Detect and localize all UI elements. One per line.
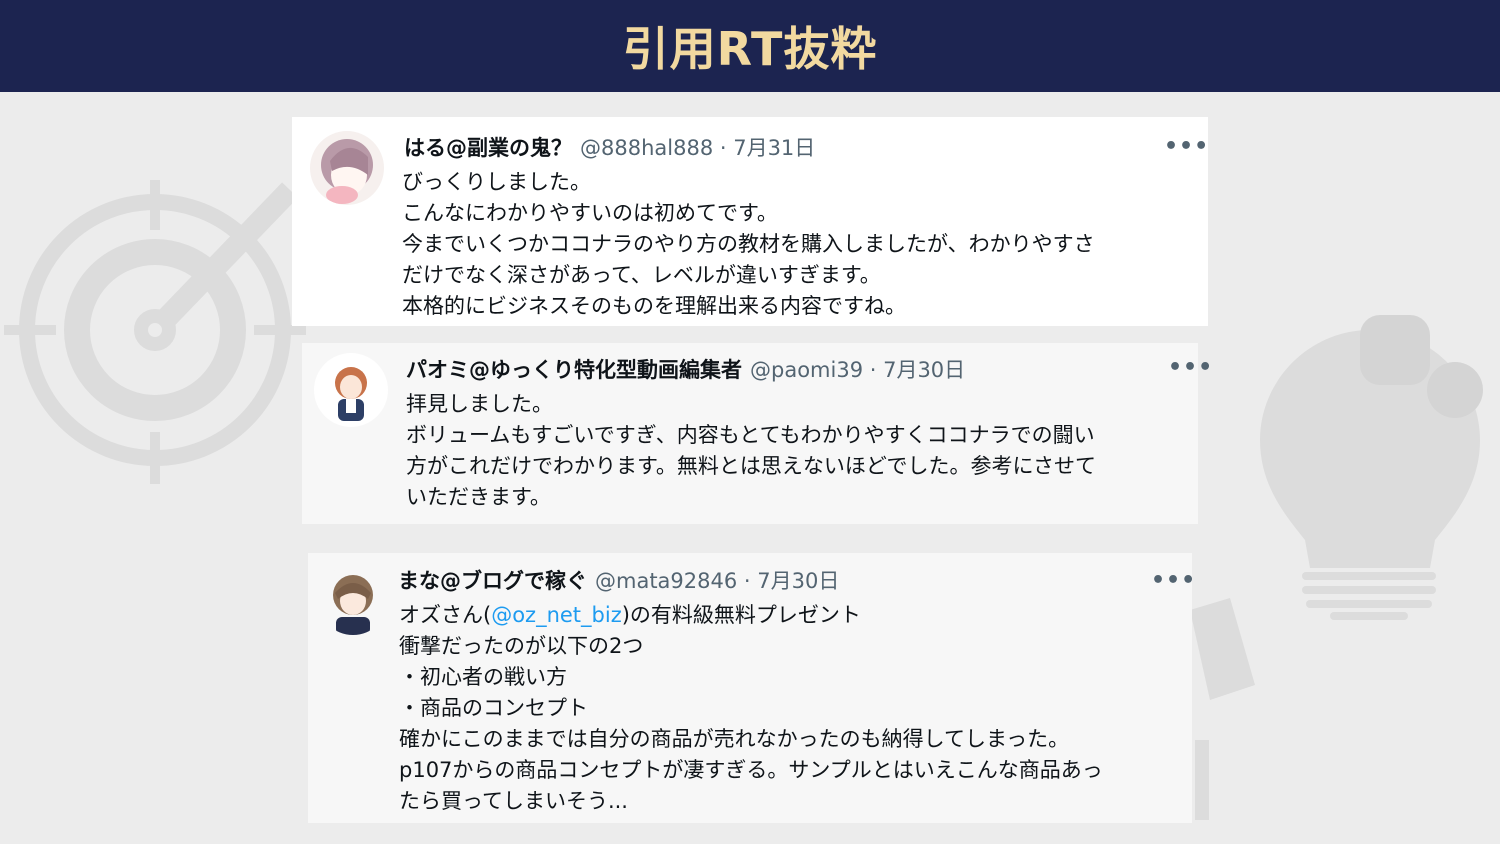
- target-icon: [4, 180, 306, 484]
- tweet-line: p107からの商品コンセプトが凄すぎる。サンプルとはいえこんな商品あっ: [399, 758, 1103, 782]
- puzzle-icon: [1190, 598, 1255, 820]
- tweet-line: 確かにこのままでは自分の商品が売れなかったのも納得してしまった。: [399, 727, 1070, 751]
- tweet-line: ・商品のコンセプト: [399, 696, 588, 720]
- tweet-author-name[interactable]: はる@副業の鬼？: [404, 136, 572, 160]
- more-icon[interactable]: •••: [1164, 136, 1209, 158]
- page-header: 引用RT抜粋: [0, 0, 1500, 92]
- tweet-line: 本格的にビジネスそのものを理解出来る内容ですね。: [402, 294, 906, 318]
- tweet-handle-date[interactable]: @mata92846 · 7月30日: [595, 569, 839, 593]
- tweet-line: たら買ってしまいそう...: [399, 789, 628, 813]
- tweet-line: いただきます。: [406, 485, 551, 509]
- tweet-line: 方がこれだけでわかります。無料とは思えないほどでした。参考にさせて: [406, 454, 1097, 478]
- tweet-line: 衝撃だったのが以下の2つ: [399, 634, 644, 658]
- tweet-author-name[interactable]: まな@ブログで稼ぐ: [398, 569, 587, 593]
- tweet-text-suffix: )の有料級無料プレゼント: [621, 603, 861, 627]
- tweet-handle-date[interactable]: @paomi39 · 7月30日: [750, 358, 965, 382]
- tweet-text: びっくりしました。 こんなにわかりやすいのは初めてです。 今までいくつかココナラ…: [402, 167, 1095, 322]
- lightbulb-icon: [1260, 315, 1483, 620]
- tweet-text: 拝見しました。 ボリュームもすごいですぎ、内容もとてもわかりやすくココナラでの闘…: [406, 389, 1096, 513]
- tweet-line: だけでなく深さがあって、レベルが違いすぎます。: [402, 263, 881, 287]
- tweet-header: はる@副業の鬼？ @888hal888 · 7月31日: [404, 134, 815, 162]
- avatar[interactable]: [314, 353, 388, 427]
- avatar[interactable]: [318, 565, 388, 635]
- tweet-line: ・初心者の戦い方: [399, 665, 567, 689]
- tweet-line: こんなにわかりやすいのは初めてです。: [402, 201, 778, 225]
- tweet-line: びっくりしました。: [402, 170, 591, 194]
- tweet-text-prefix: オズさん(: [399, 603, 492, 627]
- tweet-line: ボリュームもすごいですぎ、内容もとてもわかりやすくココナラでの闘い: [406, 423, 1095, 447]
- tweet-line: オズさん(@oz_net_biz)の有料級無料プレゼント: [399, 600, 1103, 631]
- tweet-card[interactable]: パオミ@ゆっくり特化型動画編集者 @paomi39 · 7月30日 ••• 拝見し…: [302, 343, 1212, 524]
- tweet-header: パオミ@ゆっくり特化型動画編集者 @paomi39 · 7月30日: [406, 356, 965, 384]
- mention-link[interactable]: @oz_net_biz: [491, 603, 622, 627]
- tweet-card[interactable]: まな@ブログで稼ぐ @mata92846 · 7月30日 ••• オズさん(@oz…: [308, 553, 1195, 823]
- more-icon[interactable]: •••: [1151, 570, 1196, 592]
- more-icon[interactable]: •••: [1168, 357, 1213, 379]
- tweet-line: 今までいくつかココナラのやり方の教材を購入しましたが、わかりやすさ: [402, 232, 1095, 256]
- page-title: 引用RT抜粋: [622, 22, 878, 76]
- tweet-line: 拝見しました。: [406, 392, 553, 416]
- tweet-handle-date[interactable]: @888hal888 · 7月31日: [580, 136, 815, 160]
- tweet-card[interactable]: はる@副業の鬼？ @888hal888 · 7月31日 ••• びっくりしました。…: [292, 117, 1208, 326]
- tweet-text: オズさん(@oz_net_biz)の有料級無料プレゼント 衝撃だったのが以下の2…: [399, 600, 1103, 817]
- tweet-author-name[interactable]: パオミ@ゆっくり特化型動画編集者: [406, 358, 742, 382]
- tweet-header: まな@ブログで稼ぐ @mata92846 · 7月30日: [398, 567, 839, 595]
- avatar[interactable]: [310, 131, 384, 205]
